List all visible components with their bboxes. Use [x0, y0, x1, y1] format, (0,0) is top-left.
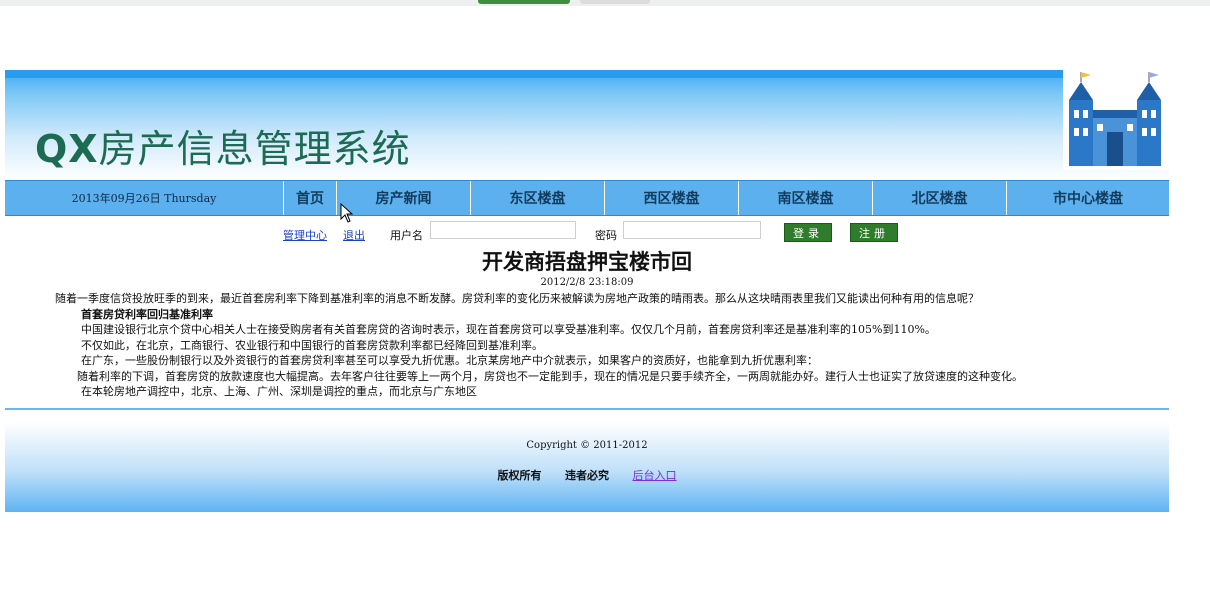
- footer-rights: 版权所有: [497, 468, 542, 482]
- logout-link[interactable]: 退出: [343, 227, 365, 243]
- mouse-cursor-icon: [340, 203, 354, 223]
- site-title: QX房产信息管理系统: [35, 118, 411, 173]
- footer: Copyright © 2011-2012 版权所有 违者必究 后台入口: [5, 421, 1169, 512]
- article-body: 随着一季度信贷投放旺季的到来，最近首套房利率下降到基准利率的消息不断发酵。房贷利…: [5, 291, 1169, 400]
- article-title: 开发商捂盘押宝楼市回: [482, 249, 692, 274]
- footer-copyright: Copyright © 2011-2012: [526, 439, 648, 451]
- nav-item-west[interactable]: 西区楼盘: [605, 181, 739, 215]
- building-logo-icon: [1063, 70, 1169, 170]
- site-title-cn: 房产信息管理系统: [98, 127, 411, 171]
- nav-item-north[interactable]: 北区楼盘: [873, 181, 1007, 215]
- login-bar: 管理中心 退出 用户名 密码 登录 注册: [5, 216, 1169, 248]
- article-paragraph: 在广东，一些股份制银行以及外资银行的首套房贷利率甚至可以享受九折优惠。北京某房地…: [81, 354, 818, 367]
- manage-center-link[interactable]: 管理中心: [283, 227, 327, 243]
- admin-entry-link[interactable]: 后台入口: [633, 469, 677, 482]
- register-button[interactable]: 注册: [850, 223, 898, 242]
- article-paragraph: 不仅如此，在北京，工商银行、农业银行和中国银行的首套房贷款利率都已经降回到基准利…: [81, 338, 543, 352]
- password-input[interactable]: [623, 221, 761, 239]
- page-container: QX房产信息管理系统 2013年09月26日 Thursday 首页 房产新闻 …: [5, 70, 1169, 512]
- nav-item-home[interactable]: 首页: [284, 181, 337, 215]
- username-label: 用户名: [390, 229, 423, 242]
- article-subheading: 首套房贷利率回归基准利率: [81, 307, 213, 321]
- nav-item-news[interactable]: 房产新闻: [337, 181, 471, 215]
- browser-tab[interactable]: [580, 0, 650, 4]
- nav-date: 2013年09月26日 Thursday: [5, 181, 284, 215]
- nav-item-east[interactable]: 东区楼盘: [471, 181, 605, 215]
- content-divider: [5, 407, 1169, 410]
- article-paragraph: 随着利率的下调，首套房贷的放款速度也大幅提高。去年客户往往要等上一两个月，房贷也…: [77, 369, 1023, 383]
- banner-stripe: [5, 70, 1169, 78]
- footer-piracy: 违者必究: [565, 468, 609, 482]
- article-paragraph: 在本轮房地产调控中，北京、上海、广州、深圳是调控的重点，而北京与广东地区: [81, 385, 477, 398]
- nav-item-downtown[interactable]: 市中心楼盘: [1007, 181, 1169, 215]
- article-date: 2012/2/8 23:18:09: [540, 277, 634, 288]
- site-title-latin: QX: [35, 127, 99, 171]
- username-input[interactable]: [430, 221, 576, 239]
- header-banner: QX房产信息管理系统: [5, 70, 1169, 180]
- article-paragraph: 随着一季度信贷投放旺季的到来，最近首套房利率下降到基准利率的消息不断发酵。房贷利…: [55, 292, 979, 305]
- browser-top-strip: [0, 0, 1210, 6]
- browser-tab-active[interactable]: [478, 0, 570, 4]
- login-button[interactable]: 登录: [784, 223, 832, 242]
- article-paragraph: 中国建设银行北京个贷中心相关人士在接受购房者有关首套房贷的咨询时表示，现在首套房…: [81, 323, 936, 336]
- footer-links: 版权所有 违者必究 后台入口: [5, 467, 1169, 483]
- password-label: 密码: [595, 229, 617, 242]
- main-nav: 2013年09月26日 Thursday 首页 房产新闻 东区楼盘 西区楼盘 南…: [5, 180, 1169, 216]
- nav-item-south[interactable]: 南区楼盘: [739, 181, 873, 215]
